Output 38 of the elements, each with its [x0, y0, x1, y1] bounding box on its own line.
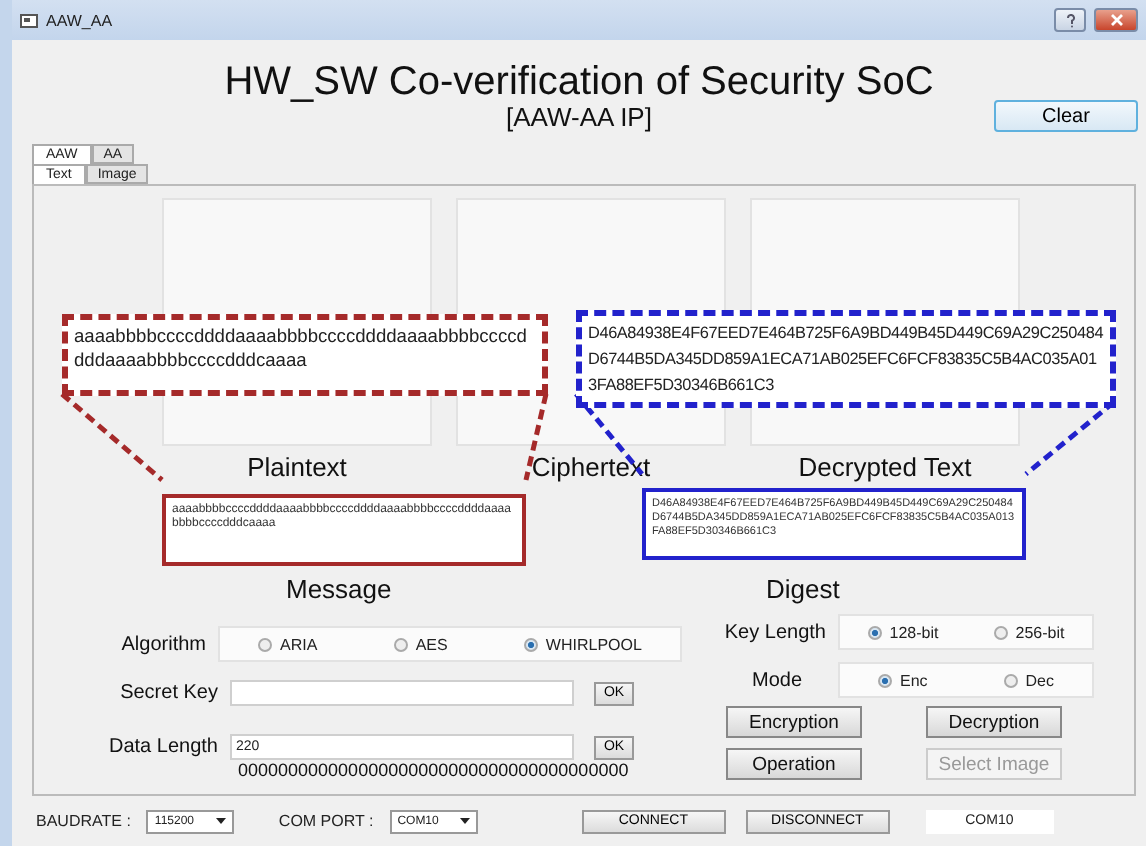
field-label: Key Length [722, 621, 828, 643]
radio-option[interactable]: 256-bit [993, 623, 1065, 641]
leader-line [60, 392, 164, 482]
field-label: Secret Key [118, 682, 220, 704]
app-subtitle: [AAW-AA IP] [506, 104, 652, 132]
pane-label: Plaintext [247, 452, 347, 482]
clear-button[interactable]: Clear [994, 100, 1138, 132]
app-icon [20, 13, 38, 27]
radio-option[interactable]: AES [393, 635, 448, 653]
radio-option[interactable]: Dec [1003, 671, 1054, 689]
help-icon [1065, 13, 1075, 27]
radio-option[interactable]: WHIRLPOOL [523, 635, 642, 653]
digest-callout: D46A84938E4F67EED7E464B725F6A9BD449B45D449C69A29C250484D6744B5DA345DD859A1ECA71AB025EFC6FCF83835C5B4AC035A013FA88EF5D30346B661C3 [576, 310, 1116, 408]
secret-key-field[interactable] [230, 680, 574, 706]
status-label: BAUDRATE : [36, 812, 131, 830]
data-value: 000000000000000000000000000000000000000 [238, 760, 631, 780]
section-heading: Message [286, 574, 394, 608]
caret-icon [216, 818, 227, 824]
action-button[interactable]: Decryption [926, 706, 1062, 738]
pane-label: Decrypted Text [798, 452, 972, 482]
action-button[interactable]: Encryption [726, 706, 862, 738]
window-title: AAW_AA [46, 11, 115, 29]
status-label: COM PORT : [278, 812, 374, 830]
close-icon [1109, 14, 1123, 26]
section-heading: Digest [766, 574, 842, 608]
field-label: Algorithm [119, 633, 208, 655]
pane-label: Ciphertext [531, 452, 651, 482]
plaintext-callout: aaaabbbbccccddddaaaabbbbccccddddaaaabbbbccccddddaaaabbbbccccdddcaaaa [62, 314, 548, 396]
close-button[interactable] [1094, 8, 1138, 32]
radio-option[interactable]: 128-bit [867, 623, 939, 641]
radio-option[interactable]: Enc [877, 671, 928, 689]
radio-option[interactable]: ARIA [258, 635, 318, 653]
field-label: Mode [749, 669, 804, 691]
action-button[interactable]: Operation [726, 748, 862, 780]
app-title: HW_SW Co-verification of Security SoC [224, 60, 934, 104]
field-label: Data Length [107, 736, 220, 758]
help-button[interactable] [1054, 8, 1086, 32]
caret-icon [459, 818, 470, 824]
